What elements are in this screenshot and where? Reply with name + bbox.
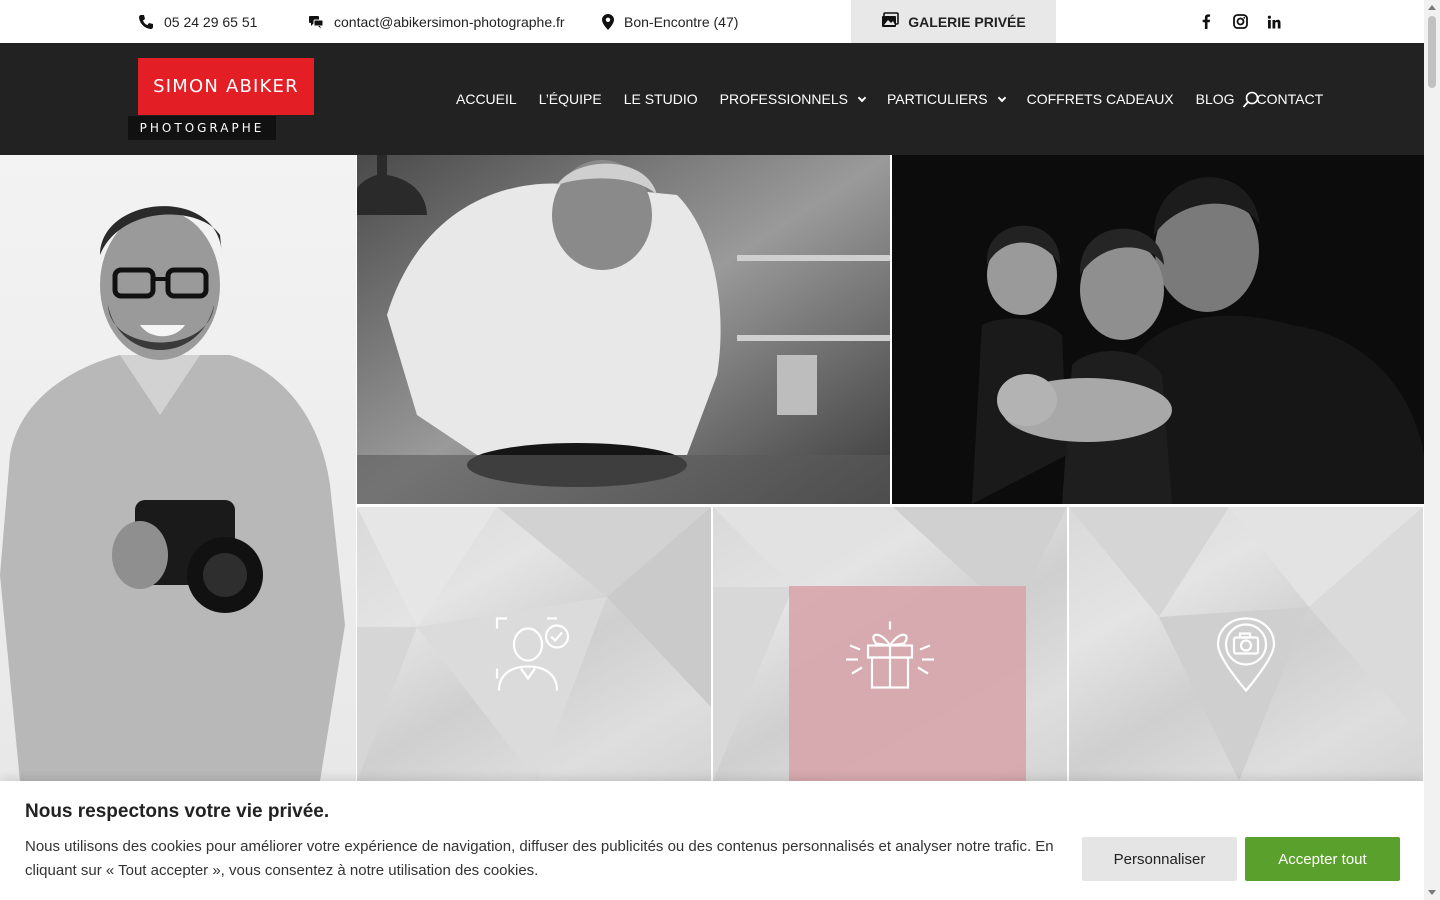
social-links bbox=[1196, 0, 1284, 43]
nav-item-particuliers[interactable]: PARTICULIERS bbox=[887, 91, 1006, 107]
photographer-portrait-image bbox=[0, 155, 356, 781]
camera-pin-icon bbox=[1216, 617, 1276, 698]
chef-photo-image bbox=[357, 155, 890, 504]
private-gallery-button[interactable]: GALERIE PRIVÉE bbox=[851, 0, 1056, 43]
cookie-banner: Nous respectons votre vie privée. Nous u… bbox=[0, 781, 1424, 900]
scrollbar-thumb[interactable] bbox=[1428, 16, 1436, 88]
phone-icon bbox=[138, 14, 154, 30]
nav-item-accueil[interactable]: ACCUEIL bbox=[456, 91, 517, 107]
chevron-down-icon bbox=[997, 93, 1006, 102]
chat-icon bbox=[308, 15, 324, 29]
nav-label: COFFRETS CADEAUX bbox=[1026, 91, 1174, 107]
instagram-icon[interactable] bbox=[1230, 12, 1250, 32]
cookie-title: Nous respectons votre vie privée. bbox=[25, 801, 330, 822]
chevron-down-icon bbox=[857, 93, 867, 102]
page-scrollbar[interactable] bbox=[1424, 0, 1440, 900]
nav-label: L’ÉQUIPE bbox=[538, 91, 602, 107]
service-tile-location[interactable] bbox=[1069, 507, 1423, 781]
scroll-down-arrow-icon[interactable] bbox=[1428, 890, 1436, 895]
nav-item-studio[interactable]: LE STUDIO bbox=[624, 91, 698, 107]
service-tile-professionals[interactable] bbox=[357, 507, 711, 781]
nav-label: LE STUDIO bbox=[623, 91, 698, 107]
phone-number: 05 24 29 65 51 bbox=[164, 13, 258, 30]
email-contact[interactable]: contact@abikersimon-photographe.fr bbox=[308, 0, 565, 43]
logo-name: SIMON ABIKER bbox=[153, 76, 299, 97]
search-icon[interactable] bbox=[1242, 91, 1260, 109]
gallery-icon bbox=[881, 12, 900, 31]
service-tile-gift-boxes[interactable] bbox=[713, 507, 1067, 781]
nav-item-contact[interactable]: CONTACT bbox=[1257, 91, 1324, 107]
family-photo-image bbox=[892, 155, 1424, 504]
nav-label: BLOG bbox=[1195, 91, 1235, 107]
accept-all-button[interactable]: Accepter tout bbox=[1245, 837, 1400, 881]
nav-item-coffrets[interactable]: COFFRETS CADEAUX bbox=[1027, 91, 1174, 107]
gift-icon bbox=[842, 620, 938, 695]
location-text: Bon-Encontre (47) bbox=[624, 13, 739, 30]
main-nav: ACCUEIL L’ÉQUIPE LE STUDIO PROFESSIONNEL… bbox=[456, 43, 1345, 155]
nav-item-professionnels[interactable]: PROFESSIONNELS bbox=[719, 91, 867, 107]
map-pin-icon bbox=[602, 13, 614, 30]
facebook-icon[interactable] bbox=[1196, 12, 1216, 32]
nav-item-equipe[interactable]: L’ÉQUIPE bbox=[539, 91, 602, 107]
customize-button[interactable]: Personnaliser bbox=[1082, 837, 1237, 881]
logo-subtitle: PHOTOGRAPHE bbox=[128, 116, 276, 140]
linkedin-icon[interactable] bbox=[1264, 12, 1284, 32]
top-bar: 05 24 29 65 51 contact@abikersimon-photo… bbox=[0, 0, 1424, 43]
portrait-check-icon bbox=[495, 617, 573, 698]
scroll-up-arrow-icon[interactable] bbox=[1428, 5, 1436, 10]
nav-label: ACCUEIL bbox=[456, 91, 517, 107]
location-info: Bon-Encontre (47) bbox=[602, 0, 738, 43]
nav-label: PARTICULIERS bbox=[887, 91, 988, 107]
email-address: contact@abikersimon-photographe.fr bbox=[334, 13, 565, 30]
logo[interactable]: SIMON ABIKER bbox=[138, 58, 314, 115]
phone-contact[interactable]: 05 24 29 65 51 bbox=[138, 0, 257, 43]
nav-label: PROFESSIONNELS bbox=[719, 91, 848, 107]
nav-label: CONTACT bbox=[1256, 91, 1324, 107]
cookie-text: Nous utilisons des cookies pour améliore… bbox=[25, 838, 1054, 879]
private-gallery-label: GALERIE PRIVÉE bbox=[908, 13, 1026, 30]
nav-item-blog[interactable]: BLOG bbox=[1196, 91, 1235, 107]
main-header: SIMON ABIKER PHOTOGRAPHE ACCUEIL L’ÉQUIP… bbox=[0, 43, 1424, 155]
